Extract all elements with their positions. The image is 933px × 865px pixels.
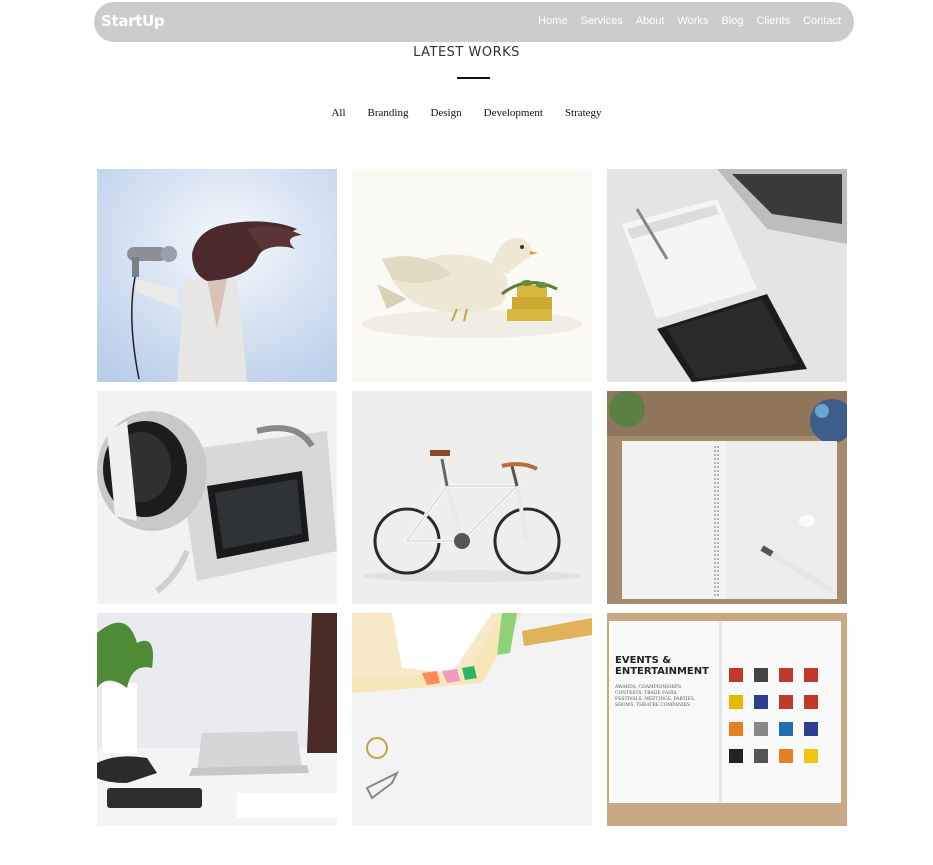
main-nav: Home Services About Works Blog Clients C… (525, 15, 841, 27)
nav-services[interactable]: Services (581, 15, 623, 27)
hairdryer-photo (97, 169, 337, 382)
work-item-paper[interactable] (352, 613, 592, 826)
brochure-body-2: CONTESTS, TRADE FAIRS, (615, 690, 678, 696)
laptop-notebook-phone-photo (607, 169, 847, 382)
work-item-bicycle[interactable] (352, 391, 592, 604)
filter-design[interactable]: Design (430, 107, 461, 119)
brand-logo[interactable]: StartUp (101, 12, 165, 30)
section-title: LATEST WORKS (413, 45, 520, 60)
work-item-dove[interactable] (352, 169, 592, 382)
camera-photo (97, 391, 337, 604)
nav-contact[interactable]: Contact (803, 15, 841, 27)
filter-branding[interactable]: Branding (368, 107, 409, 119)
nav-clients[interactable]: Clients (756, 15, 790, 27)
brochure-heading-1: EVENTS & (615, 655, 671, 666)
brochure-body-3: FESTIVALS, MEETINGS, PARTIES, (615, 696, 695, 702)
portfolio-filters: All Branding Design Development Strategy (0, 107, 933, 119)
work-item-notebook[interactable] (607, 391, 847, 604)
title-divider (457, 77, 490, 79)
brochure-photo: EVENTS & ENTERTAINMENT AWARDS, CHAMPIONS… (607, 613, 847, 826)
filter-strategy[interactable]: Strategy (565, 107, 602, 119)
brochure-body-4: SHOWS, THEATRE COMPANIES (615, 702, 690, 708)
filter-development[interactable]: Development (484, 107, 543, 119)
nav-about[interactable]: About (636, 15, 665, 27)
work-item-laptop-phone[interactable] (607, 169, 847, 382)
spiral-notebook-photo (607, 391, 847, 604)
work-item-desk[interactable] (97, 613, 337, 826)
work-item-camera[interactable] (97, 391, 337, 604)
work-item-brochure[interactable]: EVENTS & ENTERTAINMENT AWARDS, CHAMPIONS… (607, 613, 847, 826)
brochure-heading-2: ENTERTAINMENT (615, 666, 709, 677)
navbar: StartUp Home Services About Works Blog C… (94, 2, 854, 42)
nav-works[interactable]: Works (677, 15, 708, 27)
nav-home[interactable]: Home (538, 15, 567, 27)
filter-all[interactable]: All (331, 107, 345, 119)
desk-plant-laptop-photo (97, 613, 337, 826)
bicycle-photo (352, 391, 592, 604)
dove-illustration (352, 169, 592, 382)
paper-ruler-clips-photo (352, 613, 592, 826)
nav-blog[interactable]: Blog (721, 15, 743, 27)
work-item-hairdryer[interactable] (97, 169, 337, 382)
brochure-body-1: AWARDS, CHAMPIONSHIPS, (614, 684, 682, 690)
